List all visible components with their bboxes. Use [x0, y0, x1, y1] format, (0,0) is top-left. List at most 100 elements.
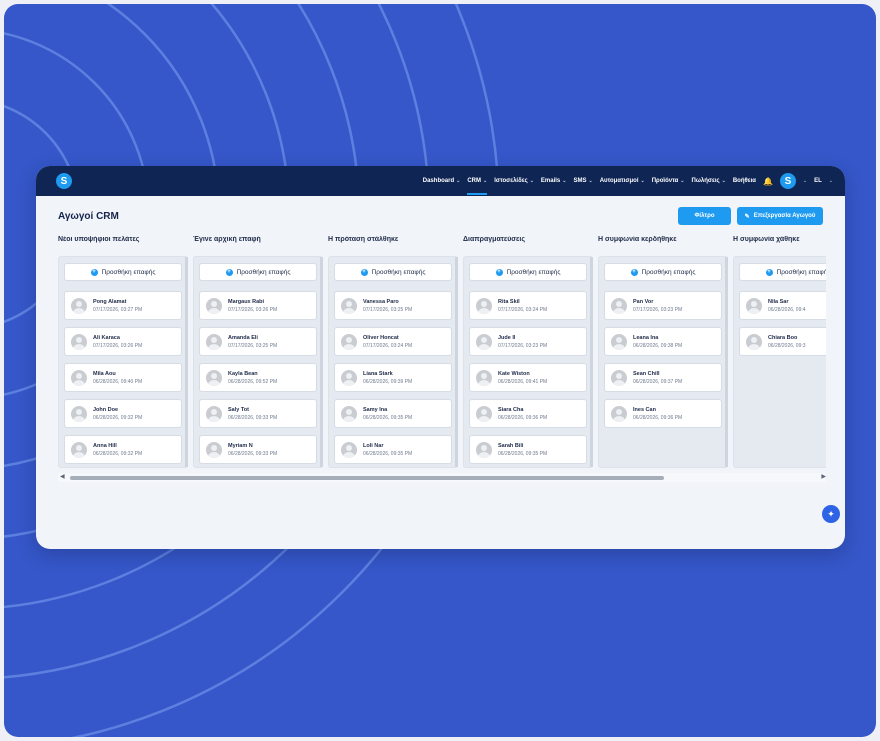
add-contact-button[interactable]: + Προσθήκη επαφής: [739, 263, 826, 281]
contact-date: 07/17/2026, 03:24 PM: [363, 342, 413, 349]
avatar-placeholder-icon: [476, 441, 492, 458]
nav-item-5[interactable]: Αυτοματισμοί ⌄: [600, 166, 645, 196]
nav-item-7[interactable]: Πωλήσεις ⌄: [691, 166, 725, 196]
user-avatar[interactable]: S: [779, 173, 796, 189]
contact-name: Ines Can: [633, 406, 656, 413]
nav-item-2[interactable]: Ιστοσελίδες ⌄: [494, 166, 534, 196]
contact-card[interactable]: Nila Sar 06/28/2026, 09:4: [739, 291, 826, 320]
contact-name: Jude Il: [498, 334, 516, 341]
contact-info: Nila Sar 06/28/2026, 09:4: [768, 299, 806, 313]
contact-card[interactable]: Pong Alamat 07/17/2026, 03:27 PM: [64, 291, 182, 320]
chevron-down-icon: ⌄: [562, 178, 567, 184]
scroll-right-icon[interactable]: ▶: [821, 473, 826, 480]
contact-date: 07/17/2026, 03:24 PM: [498, 306, 548, 313]
scroll-left-icon[interactable]: ◀: [60, 473, 65, 480]
contact-card[interactable]: Kate Wiston 06/28/2026, 09:41 PM: [469, 363, 587, 392]
chevron-down-icon[interactable]: ⌄: [803, 178, 807, 184]
contact-card[interactable]: Ines Can 06/28/2026, 09:36 PM: [604, 399, 722, 428]
contact-card[interactable]: Amanda Eli 07/17/2026, 03:25 PM: [199, 327, 317, 356]
contact-name: Oliver Honcat: [363, 334, 399, 341]
edit-pipeline-button[interactable]: ✎ Επεξεργασία Αγωγού: [737, 207, 823, 225]
contact-info: Myriam N 06/28/2026, 09:33 PM: [228, 443, 277, 457]
contact-card[interactable]: Margaux Rabi 07/17/2026, 03:26 PM: [199, 291, 317, 320]
contact-info: Samy Ina 06/28/2026, 09:35 PM: [363, 407, 412, 421]
contact-card[interactable]: Sean Chill 06/28/2026, 09:37 PM: [604, 363, 722, 392]
contact-name: Saly Tot: [228, 406, 249, 413]
avatar-placeholder-icon: [71, 333, 87, 350]
avatar-placeholder-icon: [71, 405, 87, 422]
add-contact-label: Προσθήκη επαφής: [371, 268, 426, 276]
contact-card[interactable]: Loli Nar 06/28/2026, 09:35 PM: [334, 435, 452, 464]
add-contact-button[interactable]: + Προσθήκη επαφής: [604, 263, 722, 281]
contact-card[interactable]: Kayla Bean 06/28/2026, 09:52 PM: [199, 363, 317, 392]
contact-card[interactable]: Pan Vor 07/17/2026, 03:23 PM: [604, 291, 722, 320]
nav-item-6[interactable]: Προϊόντα ⌄: [652, 166, 685, 196]
avatar-placeholder-icon: [476, 369, 492, 386]
contact-name: Siara Cha: [498, 406, 524, 413]
contact-card[interactable]: Saly Tot 06/28/2026, 09:33 PM: [199, 399, 317, 428]
plus-icon: +: [225, 268, 233, 276]
contact-date: 07/17/2026, 03:23 PM: [633, 306, 683, 313]
contact-card[interactable]: Vanessa Paro 07/17/2026, 03:25 PM: [334, 291, 452, 320]
contact-card[interactable]: Rita Skil 07/17/2026, 03:24 PM: [469, 291, 587, 320]
contact-card[interactable]: Sarah Bili 06/28/2026, 09:35 PM: [469, 435, 587, 464]
horizontal-scrollbar[interactable]: ◀ ▶: [58, 473, 826, 482]
avatar-placeholder-icon: [206, 405, 222, 422]
nav-item-0[interactable]: Dashboard ⌄: [423, 166, 461, 196]
contact-name: Vanessa Paro: [363, 298, 399, 305]
contact-card[interactable]: Myriam N 06/28/2026, 09:33 PM: [199, 435, 317, 464]
nav-item-4[interactable]: SMS ⌄: [573, 166, 592, 196]
contact-date: 06/28/2026, 09:32 PM: [93, 450, 143, 457]
contact-date: 06/28/2026, 09:41 PM: [498, 378, 548, 385]
filter-button[interactable]: Φίλτρο: [678, 207, 731, 225]
app-logo[interactable]: S: [56, 173, 72, 189]
contact-card[interactable]: Liana Stark 06/28/2026, 09:39 PM: [334, 363, 452, 392]
contact-info: Chiara Boo 06/28/2026, 09:3: [768, 335, 806, 349]
plus-icon: +: [90, 268, 98, 276]
filter-label: Φίλτρο: [694, 213, 715, 219]
contact-card[interactable]: Oliver Honcat 07/17/2026, 03:24 PM: [334, 327, 452, 356]
add-contact-button[interactable]: + Προσθήκη επαφής: [199, 263, 317, 281]
contact-info: Oliver Honcat 07/17/2026, 03:24 PM: [363, 335, 412, 349]
nav-item-label: Emails: [540, 178, 561, 184]
avatar-placeholder-icon: [206, 333, 222, 350]
add-contact-button[interactable]: + Προσθήκη επαφής: [469, 263, 587, 281]
nav-help[interactable]: Βοήθεια: [733, 166, 756, 196]
page-title: Αγωγοί CRM: [58, 210, 119, 222]
add-contact-button[interactable]: + Προσθήκη επαφής: [334, 263, 452, 281]
contact-card[interactable]: Anna Hill 06/28/2026, 09:32 PM: [64, 435, 182, 464]
scrollbar-thumb[interactable]: [70, 476, 664, 480]
contact-date: 06/28/2026, 09:4: [768, 306, 806, 313]
avatar-placeholder-icon: [341, 369, 357, 386]
contact-date: 06/28/2026, 09:39 PM: [363, 378, 413, 385]
contact-name: Liana Stark: [363, 370, 393, 377]
contact-card[interactable]: Ali Karaca 07/17/2026, 03:26 PM: [64, 327, 182, 356]
contact-card[interactable]: Leana Ina 06/28/2026, 09:38 PM: [604, 327, 722, 356]
contact-card[interactable]: Siara Cha 06/28/2026, 09:36 PM: [469, 399, 587, 428]
contact-name: Samy Ina: [363, 406, 388, 413]
contact-date: 07/17/2026, 03:26 PM: [93, 342, 143, 349]
nav-item-1[interactable]: CRM ⌄: [467, 166, 487, 196]
contact-info: Kate Wiston 06/28/2026, 09:41 PM: [498, 371, 547, 385]
bell-icon[interactable]: 🔔: [763, 177, 773, 186]
contact-card[interactable]: Samy Ina 06/28/2026, 09:35 PM: [334, 399, 452, 428]
column-body: + Προσθήκη επαφής Pong Alamat 07/17/2026, 0…: [58, 256, 188, 468]
language-selector[interactable]: EL: [814, 178, 822, 184]
add-contact-label: Προσθήκη επαφής: [236, 268, 291, 276]
ai-assistant-button[interactable]: ✦: [822, 505, 840, 523]
contact-card[interactable]: Jude Il 07/17/2026, 03:23 PM: [469, 327, 587, 356]
nav-item-label: CRM: [467, 178, 481, 184]
contact-card[interactable]: Chiara Boo 06/28/2026, 09:3: [739, 327, 826, 356]
column-title: Η συμφωνία κερδήθηκε: [598, 236, 677, 243]
contact-card[interactable]: Mila Aou 06/28/2026, 09:40 PM: [64, 363, 182, 392]
contact-date: 06/28/2026, 09:38 PM: [633, 342, 683, 349]
contact-date: 06/28/2026, 09:35 PM: [363, 450, 413, 457]
contact-name: Margaux Rabi: [228, 298, 265, 305]
nav-item-3[interactable]: Emails ⌄: [541, 166, 567, 196]
add-contact-button[interactable]: + Προσθήκη επαφής: [64, 263, 182, 281]
contact-name: Myriam N: [228, 442, 253, 449]
contact-card[interactable]: John Doe 06/28/2026, 09:32 PM: [64, 399, 182, 428]
chevron-down-icon[interactable]: ⌄: [829, 178, 833, 184]
contact-date: 07/17/2026, 03:25 PM: [363, 306, 413, 313]
contact-info: Margaux Rabi 07/17/2026, 03:26 PM: [228, 299, 277, 313]
